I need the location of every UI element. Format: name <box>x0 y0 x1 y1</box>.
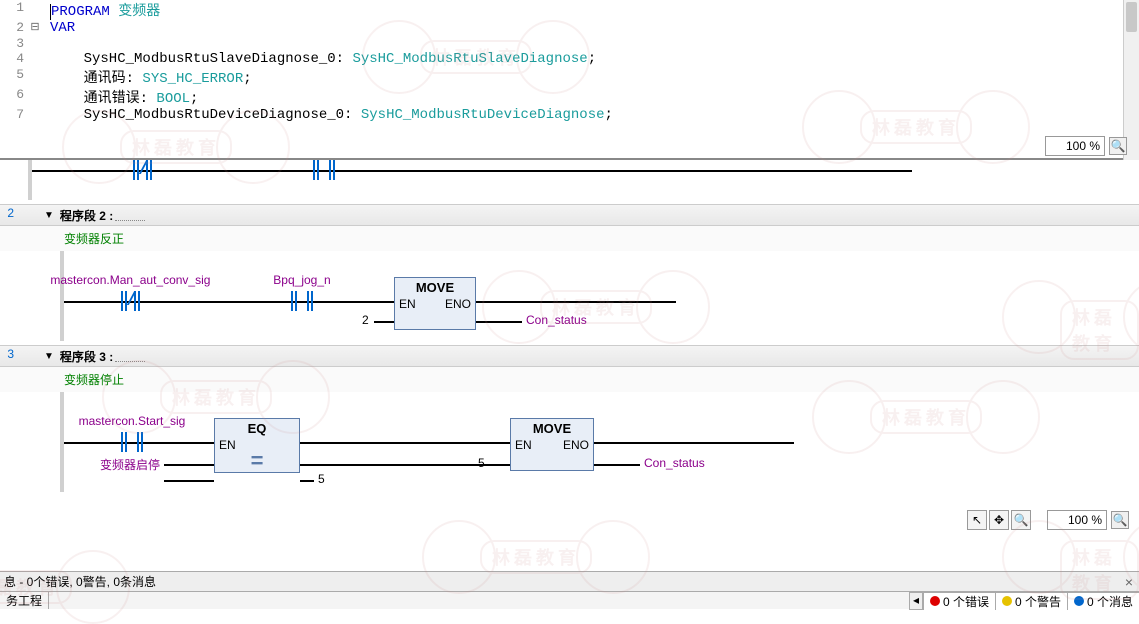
bottom-tabs: 务工程 ◂ 0 个错误 0 个警告 0 个消息 <box>0 591 1139 609</box>
move-block[interactable]: MOVE EN ENO <box>510 418 594 471</box>
zoom-icon[interactable]: 🔍 <box>1109 137 1127 155</box>
contact-label[interactable]: mastercon.Start_sig <box>79 414 186 428</box>
fold-toggle[interactable] <box>28 87 42 107</box>
no-contact[interactable] <box>120 432 144 452</box>
project-tab[interactable]: 务工程 <box>0 592 49 609</box>
pan-tool[interactable]: ✥ <box>989 510 1009 530</box>
eq-compare-value[interactable]: 5 <box>318 472 325 486</box>
line-number: 7 <box>0 107 28 123</box>
network-header[interactable]: ▼ 程序段 3 : <box>0 345 1139 367</box>
fold-toggle[interactable] <box>28 51 42 67</box>
block-input-value[interactable]: 2 <box>362 313 369 327</box>
fold-toggle[interactable] <box>28 0 42 20</box>
code-line[interactable] <box>42 36 1139 51</box>
en-pin: EN <box>399 297 416 311</box>
block-title: MOVE <box>395 278 475 297</box>
network-number: 2 <box>2 206 14 220</box>
eno-pin: ENO <box>563 438 589 452</box>
line-number: 5 <box>0 67 28 87</box>
no-contact[interactable] <box>290 291 314 311</box>
en-pin: EN <box>219 438 236 452</box>
code-line[interactable]: SysHC_ModbusRtuSlaveDiagnose_0: SysHC_Mo… <box>42 51 1139 67</box>
code-line[interactable]: SysHC_ModbusRtuDeviceDiagnose_0: SysHC_M… <box>42 107 1139 123</box>
block-output-var[interactable]: Con_status <box>526 313 587 327</box>
fold-toggle[interactable] <box>28 36 42 51</box>
code-line[interactable]: 通讯码: SYS_HC_ERROR; <box>42 67 1139 87</box>
block-title: MOVE <box>511 419 593 438</box>
eno-pin: ENO <box>445 297 471 311</box>
info-icon <box>1074 596 1084 606</box>
status-text: 息 - 0个错误, 0警告, 0条消息 <box>4 573 156 590</box>
network-title: 程序段 3 : <box>60 348 113 365</box>
code-line[interactable]: VAR <box>42 20 1139 36</box>
contact-label[interactable]: Bpq_jog_n <box>273 273 330 287</box>
warning-icon <box>1002 596 1012 606</box>
fold-toggle[interactable]: ⊟ <box>28 20 42 36</box>
line-number: 2 <box>0 20 28 36</box>
code-line[interactable]: 通讯错误: BOOL; <box>42 87 1139 107</box>
code-zoom-input[interactable] <box>1045 136 1105 156</box>
network-3: 3 ▼ 程序段 3 : 变频器停止 mastercon.Start_sig EQ… <box>0 345 1139 492</box>
fold-toggle[interactable] <box>28 67 42 87</box>
pointer-tool[interactable]: ↖ <box>967 510 987 530</box>
network-comment[interactable]: 变频器反正 <box>0 226 1139 251</box>
code-editor[interactable]: 1 PROGRAM 变频器 2⊟VAR 34 SysHC_ModbusRtuSlave… <box>0 0 1139 160</box>
contact-label[interactable]: mastercon.Man_aut_conv_sig <box>50 273 210 287</box>
errors-tab[interactable]: 0 个错误 <box>923 592 996 610</box>
en-pin: EN <box>515 438 532 452</box>
eq-icon: = <box>215 454 299 472</box>
network-number: 3 <box>2 347 14 361</box>
zoom-tool[interactable]: 🔍 <box>1011 510 1031 530</box>
line-number: 3 <box>0 36 28 51</box>
zoom-icon[interactable]: 🔍 <box>1111 511 1129 529</box>
block-input-value[interactable]: 5 <box>478 456 485 470</box>
network-header[interactable]: ▼ 程序段 2 : <box>0 204 1139 226</box>
line-number: 1 <box>0 0 28 20</box>
status-bar: 息 - 0个错误, 0警告, 0条消息 × <box>0 571 1139 591</box>
network-comment[interactable]: 变频器停止 <box>0 367 1139 392</box>
fold-toggle[interactable] <box>28 107 42 123</box>
warnings-tab[interactable]: 0 个警告 <box>995 592 1068 610</box>
collapse-icon[interactable]: ▼ <box>44 351 54 362</box>
ladder-editor[interactable]: / 2 ▼ 程序段 2 : 变频器反正 mastercon.Man_aut_co… <box>0 160 1139 560</box>
error-icon <box>930 596 940 606</box>
line-number: 4 <box>0 51 28 67</box>
code-line[interactable]: PROGRAM 变频器 <box>42 0 1139 20</box>
line-number: 6 <box>0 87 28 107</box>
messages-tab[interactable]: 0 个消息 <box>1067 592 1139 610</box>
close-icon[interactable]: × <box>1125 574 1133 590</box>
network-2: 2 ▼ 程序段 2 : 变频器反正 mastercon.Man_aut_conv… <box>0 204 1139 341</box>
block-title: EQ <box>215 419 299 438</box>
ladder-zoom-input[interactable] <box>1047 510 1107 530</box>
eq-input-label[interactable]: 变频器启停 <box>100 456 160 473</box>
block-output-var[interactable]: Con_status <box>644 456 705 470</box>
tab-scroll-left[interactable]: ◂ <box>909 592 923 610</box>
eq-block[interactable]: EQ EN = <box>214 418 300 473</box>
collapse-icon[interactable]: ▼ <box>44 210 54 221</box>
network-title: 程序段 2 : <box>60 207 113 224</box>
move-block[interactable]: MOVE EN ENO <box>394 277 476 330</box>
nc-contact[interactable]: / <box>120 291 141 311</box>
